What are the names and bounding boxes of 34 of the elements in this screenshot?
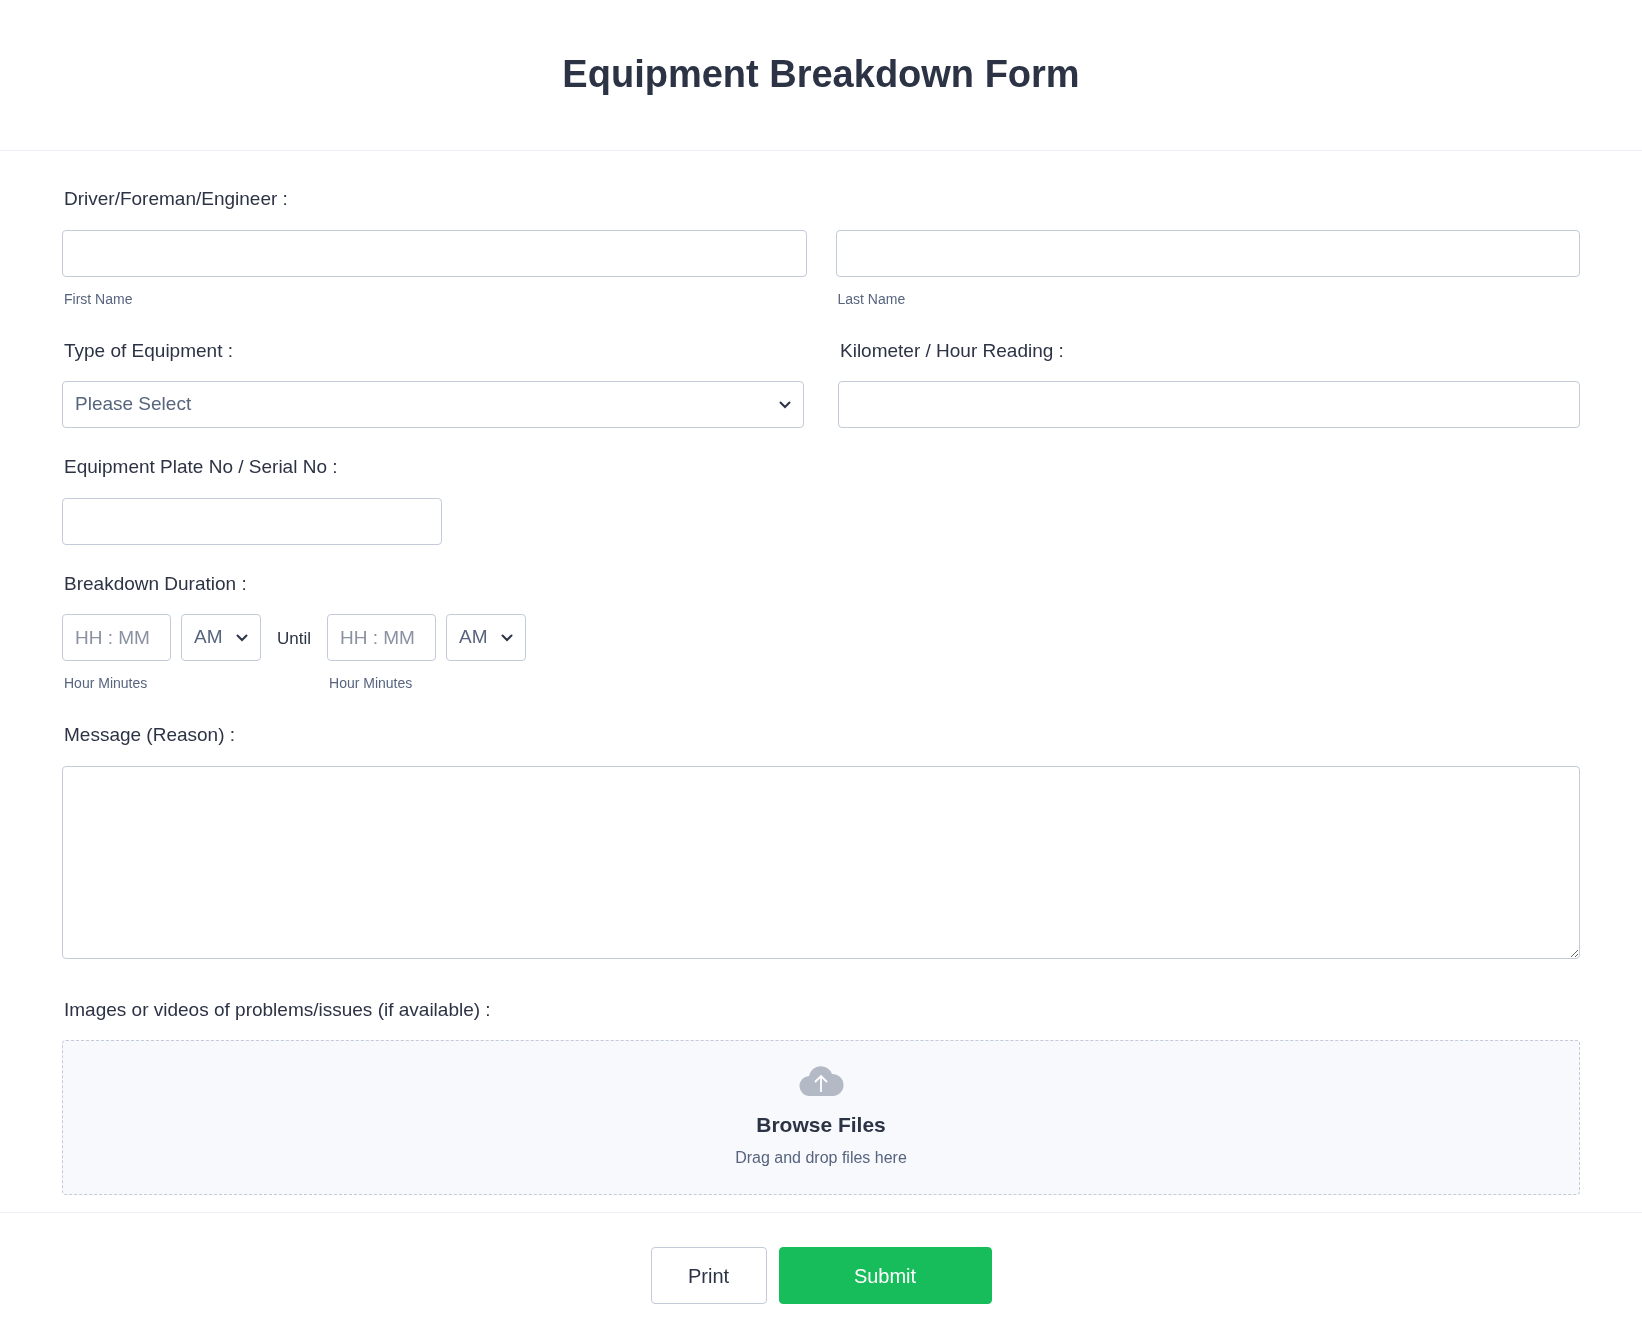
field-sublabel: Hour Minutes — [329, 674, 414, 693]
last-name-field[interactable] — [835, 229, 1580, 277]
field-label: Driver/Foreman/Engineer : — [64, 187, 289, 211]
field-label: Kilometer / Hour Reading : — [840, 338, 1065, 363]
equipment-type-select[interactable]: Please Select — [62, 381, 804, 428]
field-label: Images or videos of problems/issues (if available) : — [64, 997, 492, 1022]
drag-drop-hint: Drag and drop files here — [735, 1148, 907, 1169]
ampm-value: AM — [194, 625, 223, 650]
select-placeholder: Please Select — [75, 392, 192, 417]
ampm-select[interactable]: AM — [181, 614, 261, 661]
field-label: Equipment Plate No / Serial No : — [64, 455, 339, 479]
chevron-down-icon — [779, 400, 791, 409]
ampm-value: AM — [459, 625, 488, 650]
reading-field[interactable] — [838, 381, 1580, 428]
message-field[interactable] — [62, 765, 1580, 959]
field-label: Message (Reason) : — [64, 723, 237, 747]
chevron-down-icon — [501, 633, 513, 642]
plate-number-field[interactable] — [62, 497, 442, 545]
field-sublabel: First Name — [64, 289, 134, 309]
cloud-upload-icon — [798, 1064, 844, 1097]
print-button[interactable]: Print — [650, 1247, 767, 1304]
chevron-down-icon — [236, 633, 248, 642]
form-title: Equipment Breakdown Form — [562, 51, 1080, 97]
until-text: Until — [277, 628, 311, 650]
time-field[interactable]: HH : MM — [327, 614, 436, 661]
field-sublabel: Last Name — [837, 289, 907, 309]
field-label: Breakdown Duration : — [64, 571, 248, 596]
time-field[interactable]: HH : MM — [62, 614, 171, 661]
first-name-field[interactable] — [62, 229, 807, 277]
browse-files-text: Browse Files — [756, 1111, 886, 1138]
ampm-select[interactable]: AM — [446, 614, 526, 661]
field-label: Type of Equipment : — [64, 338, 234, 363]
file-drop-zone[interactable]: Browse Files Drag and drop files here — [62, 1040, 1580, 1195]
field-sublabel: Hour Minutes — [64, 674, 149, 693]
